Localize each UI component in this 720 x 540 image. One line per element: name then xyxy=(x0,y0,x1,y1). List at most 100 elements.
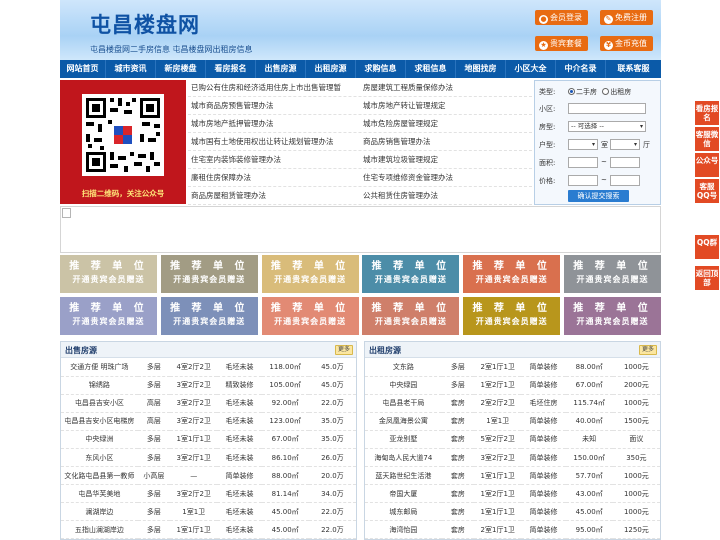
news-link[interactable]: 商品房屋租赁管理办法 xyxy=(188,187,360,204)
float-back-to-top[interactable]: 返回顶部 xyxy=(695,266,719,290)
news-link[interactable]: 城市国有土地使用权出让转让规划管理办法 xyxy=(188,133,360,150)
listing-row[interactable]: 中央绿洲 多层 1室1厅1卫 毛坯未装 67.00㎡ 35.0万 xyxy=(61,430,356,449)
recommended-tile[interactable]: 推 荐 单 位开通贵宾会员赠送 xyxy=(261,255,359,293)
listing-row[interactable]: 金凤凰海景公寓 套房 1室1卫 简单装修 40.00㎡ 1500元 xyxy=(365,412,660,431)
price-min-input[interactable] xyxy=(568,175,598,186)
news-link[interactable]: 住宅专项维修资金管理办法 xyxy=(360,169,532,186)
listing-row[interactable]: 帝国大厦 套房 1室2厅1卫 简单装修 43.00㎡ 1000元 xyxy=(365,484,660,504)
listing-name[interactable]: 中央绿园 xyxy=(365,376,442,395)
news-link[interactable]: 公共租赁住房管理办法 xyxy=(360,187,532,204)
listing-name[interactable]: 亚龙别墅 xyxy=(365,430,442,449)
recommended-tile[interactable]: 推 荐 单 位开通贵宾会员赠送 xyxy=(362,297,460,335)
sale-panel-title[interactable]: 出售房源 xyxy=(65,345,97,356)
recommended-tile[interactable]: 推 荐 单 位开通贵宾会员赠送 xyxy=(60,255,157,293)
listing-name[interactable]: 文化路屯昌县第一教师 xyxy=(61,466,138,486)
ad-banner[interactable] xyxy=(60,206,661,253)
news-link[interactable]: 廉租住房保障办法 xyxy=(188,169,360,186)
listing-name[interactable]: 中央绿洲 xyxy=(61,430,138,449)
news-link[interactable]: 城市房地产抵押管理办法 xyxy=(188,115,360,132)
community-input[interactable] xyxy=(568,103,646,114)
listing-row[interactable]: 东风小区 多层 3室2厅1卫 毛坯未装 86.10㎡ 26.0万 xyxy=(61,448,356,468)
recommended-tile[interactable]: 推 荐 单 位开通贵宾会员赠送 xyxy=(463,297,561,335)
rent-panel-title[interactable]: 出租房源 xyxy=(369,345,401,356)
listing-row[interactable]: 城东邮局 套房 1室1厅1卫 简单装修 45.00㎡ 1000元 xyxy=(365,502,660,522)
news-link[interactable]: 商品房销售管理办法 xyxy=(360,133,532,150)
listing-name[interactable]: 五指山澜湖岸边 xyxy=(61,520,138,539)
recommended-tile[interactable]: 推 荐 单 位开通贵宾会员赠送 xyxy=(160,255,258,293)
recommended-tile[interactable]: 推 荐 单 位开通贵宾会员赠送 xyxy=(160,297,258,335)
listing-name[interactable]: 交通方便 明珠广场 xyxy=(61,358,138,377)
listing-name[interactable]: 帝国大厦 xyxy=(365,484,442,504)
listing-name[interactable]: 屯昌华芙美地 xyxy=(61,484,138,504)
float-qq-group[interactable]: QQ群 xyxy=(695,235,719,259)
housetype-select[interactable]: -- 可选择 -- ▾ xyxy=(568,121,646,132)
area-max-input[interactable] xyxy=(610,157,640,168)
listing-row[interactable]: 五指山澜湖岸边 多层 1室1厅1卫 毛坯未装 45.00㎡ 22.0万 xyxy=(61,520,356,539)
login-button[interactable]: ● 会员登录 xyxy=(535,10,588,25)
recommended-tile[interactable]: 推 荐 单 位开通贵宾会员赠送 xyxy=(261,297,359,335)
nav-item-communities[interactable]: 小区大全 xyxy=(506,60,556,78)
listing-row[interactable]: 屯昌华芙美地 多层 3室2厅2卫 毛坯未装 81.14㎡ 34.0万 xyxy=(61,484,356,504)
nav-item-for-rent[interactable]: 出租房源 xyxy=(306,60,356,78)
news-link[interactable]: 城市商品房预售管理办法 xyxy=(188,97,360,114)
listing-row[interactable]: 海湾怡园 套房 2室1厅1卫 简单装修 95.00㎡ 1250元 xyxy=(365,520,660,539)
listing-name[interactable]: 东风小区 xyxy=(61,448,138,468)
rent-more-button[interactable]: 更多 xyxy=(638,345,657,355)
recommended-tile[interactable]: 推 荐 单 位开通贵宾会员赠送 xyxy=(563,255,661,293)
listing-name[interactable]: 屯昌县吉安小区电梯房 xyxy=(61,412,138,431)
news-link[interactable]: 城市建筑垃圾管理规定 xyxy=(360,151,532,168)
listing-name[interactable]: 金凤凰海景公寓 xyxy=(365,412,442,431)
hall-select[interactable]: ▾ xyxy=(610,139,640,150)
listing-name[interactable]: 城东邮局 xyxy=(365,502,442,522)
listing-row[interactable]: 屯昌县老干局 套房 2室2厅2卫 毛坯住房 115.74㎡ 1000元 xyxy=(365,394,660,413)
site-logo[interactable]: 屯昌楼盘网 xyxy=(90,9,200,39)
listing-row[interactable]: 文化路屯昌县第一教师 小高层 — 简单装修 88.00㎡ 20.0万 xyxy=(61,466,356,486)
sale-more-button[interactable]: 更多 xyxy=(334,345,353,355)
price-max-input[interactable] xyxy=(610,175,640,186)
nav-item-for-sale[interactable]: 出售房源 xyxy=(256,60,306,78)
nav-item-wanted-buy[interactable]: 求购信息 xyxy=(356,60,406,78)
nav-item-wanted-rent[interactable]: 求租信息 xyxy=(406,60,456,78)
nav-item-news[interactable]: 城市资讯 xyxy=(106,60,156,78)
news-link[interactable]: 已购公有住房和经济适用住房上市出售管理暂 xyxy=(188,79,360,96)
listing-row[interactable]: 锦绣路 多层 3室2厅2卫 精致装修 105.00㎡ 45.0万 xyxy=(61,376,356,395)
listing-row[interactable]: 屯昌县吉安小区电梯房 高层 3室2厅2卫 毛坯未装 123.00㎡ 35.0万 xyxy=(61,412,356,431)
listing-row[interactable]: 屯昌县吉安小区 高层 3室2厅2卫 毛坯未装 92.00㎡ 22.0万 xyxy=(61,394,356,413)
listing-row[interactable]: 海甸岛人民大道74 套房 3室2厅2卫 简单装修 150.00㎡ 350元 xyxy=(365,448,660,468)
room-select[interactable]: ▾ xyxy=(568,139,598,150)
nav-item-map-search[interactable]: 地图找房 xyxy=(456,60,506,78)
news-link[interactable]: 住宅室内装饰装修管理办法 xyxy=(188,151,360,168)
news-link[interactable]: 房屋建筑工程质量保修办法 xyxy=(360,79,532,96)
listing-name[interactable]: 文东路 xyxy=(365,358,442,377)
listing-row[interactable]: 中央绿园 多层 1室2厅1卫 简单装修 67.00㎡ 2000元 xyxy=(365,376,660,395)
listing-name[interactable]: 屯昌县老干局 xyxy=(365,394,442,413)
listing-name[interactable]: 海甸岛人民大道74 xyxy=(365,448,442,468)
recharge-button[interactable]: ¥ 金币充值 xyxy=(600,36,653,51)
listing-row[interactable]: 蓝天路世纪生活港 套房 1室1厅1卫 简单装修 57.70㎡ 1000元 xyxy=(365,466,660,486)
listing-name[interactable]: 屯昌县吉安小区 xyxy=(61,394,138,413)
news-link[interactable]: 城市危险房屋管理规定 xyxy=(360,115,532,132)
float-official-account[interactable]: 公众号 xyxy=(695,153,719,177)
nav-item-viewing-signup[interactable]: 看房报名 xyxy=(206,60,256,78)
listing-name[interactable]: 蓝天路世纪生活港 xyxy=(365,466,442,486)
recommended-tile[interactable]: 推 荐 单 位开通贵宾会员赠送 xyxy=(60,297,157,335)
float-qq[interactable]: 客服QQ号 xyxy=(695,179,719,203)
listing-name[interactable]: 澜湖岸边 xyxy=(61,502,138,522)
listing-row[interactable]: 澜湖岸边 多层 1室1卫 毛坯未装 45.00㎡ 22.0万 xyxy=(61,502,356,522)
area-min-input[interactable] xyxy=(568,157,598,168)
listing-row[interactable]: 交通方便 明珠广场 多层 4室2厅2卫 毛坯未装 118.00㎡ 45.0万 xyxy=(61,358,356,377)
news-link[interactable]: 城市房地产转让管理规定 xyxy=(360,97,532,114)
register-button[interactable]: ✎ 免费注册 xyxy=(600,10,653,25)
recommended-tile[interactable]: 推 荐 单 位开通贵宾会员赠送 xyxy=(563,297,661,335)
recommended-tile[interactable]: 推 荐 单 位开通贵宾会员赠送 xyxy=(463,255,561,293)
type-radio-rent[interactable] xyxy=(602,88,610,95)
float-wechat[interactable]: 客服微信 xyxy=(695,127,719,151)
nav-item-new-homes[interactable]: 新房楼盘 xyxy=(156,60,206,78)
search-submit-button[interactable]: 确认提交搜索 xyxy=(568,190,629,202)
nav-item-support[interactable]: 联系客服 xyxy=(606,60,661,78)
listing-row[interactable]: 文东路 多层 2室1厅1卫 简单装修 88.00㎡ 1000元 xyxy=(365,358,660,377)
nav-item-home[interactable]: 网站首页 xyxy=(60,60,106,78)
listing-row[interactable]: 亚龙别墅 套房 5室2厅2卫 简单装修 未知 面议 xyxy=(365,430,660,449)
vip-package-button[interactable]: ★ 贵宾套餐 xyxy=(535,36,588,51)
float-viewing-signup[interactable]: 看房报名 xyxy=(695,101,719,125)
